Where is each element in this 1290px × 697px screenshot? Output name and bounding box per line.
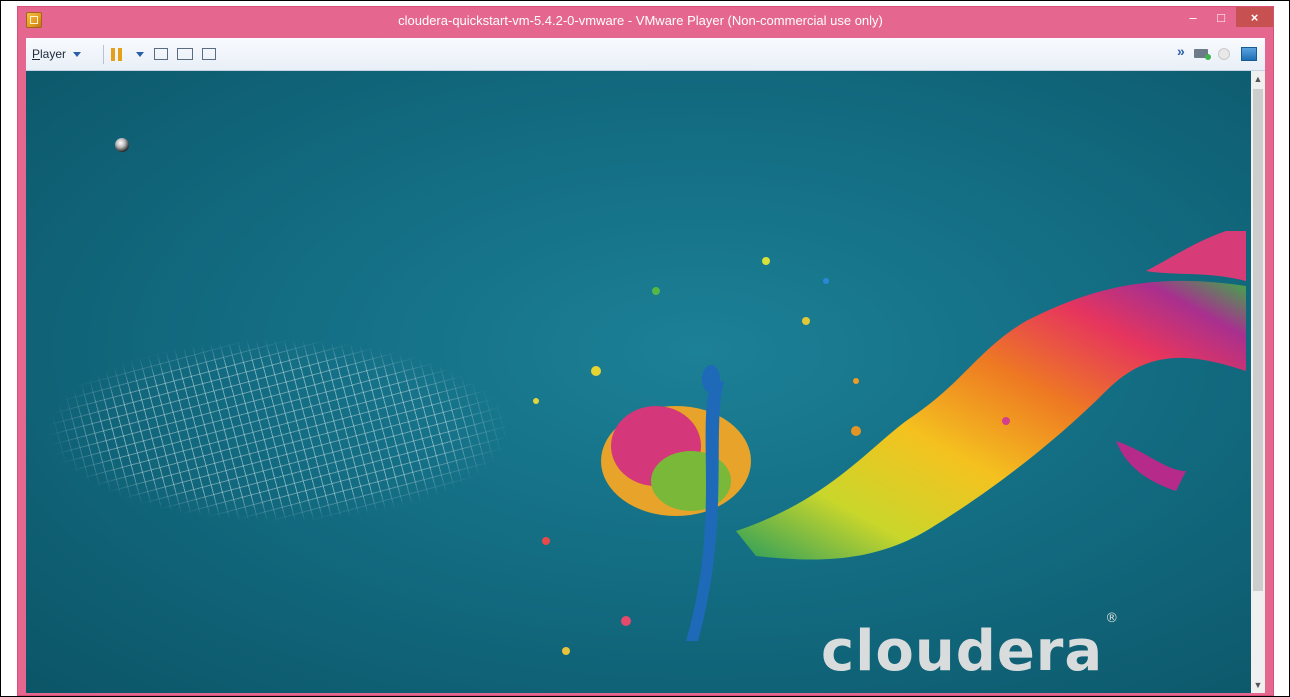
toolbar-divider — [103, 45, 104, 64]
maximize-button[interactable]: □ — [1208, 7, 1234, 27]
power-options-dropdown[interactable] — [136, 38, 144, 70]
chevron-right-icon: » — [1177, 43, 1185, 59]
scroll-thumb[interactable] — [1253, 89, 1263, 591]
vertical-scrollbar[interactable]: ▲ ▼ — [1251, 71, 1265, 693]
guest-desktop[interactable]: cloudera® — [26, 71, 1251, 693]
pause-icon-bar — [118, 47, 122, 61]
vmware-player-window: cloudera-quickstart-vm-5.4.2-0-vmware - … — [17, 6, 1274, 696]
unity-button[interactable] — [202, 38, 216, 70]
chevron-down-icon — [136, 51, 144, 57]
wireframe-mesh-graphic — [26, 271, 586, 561]
hard-disk-icon[interactable] — [1194, 49, 1211, 60]
registered-mark: ® — [1105, 611, 1120, 627]
player-menu-label: layer — [40, 47, 67, 61]
close-button[interactable]: × — [1236, 7, 1273, 27]
send-ctrl-alt-del-button[interactable] — [154, 38, 168, 70]
scroll-down-icon[interactable]: ▼ — [1251, 677, 1265, 693]
more-devices-button[interactable]: » — [1177, 43, 1185, 59]
chevron-down-icon — [73, 51, 82, 57]
pause-button[interactable] — [111, 38, 133, 70]
paint-splash-graphic — [533, 231, 1246, 655]
pause-icon — [111, 47, 115, 61]
scroll-up-icon[interactable]: ▲ — [1251, 71, 1265, 87]
cd-dvd-icon[interactable] — [1218, 48, 1230, 60]
network-adapter-icon[interactable] — [1241, 47, 1257, 61]
cloudera-logo-text: cloudera — [821, 619, 1104, 684]
fit-guest-button[interactable] — [177, 38, 193, 70]
window-title: cloudera-quickstart-vm-5.4.2-0-vmware - … — [398, 13, 883, 28]
send-ctrl-alt-del-icon — [154, 48, 168, 60]
unity-icon — [202, 48, 216, 60]
fit-guest-icon — [177, 48, 193, 60]
title-bar[interactable]: cloudera-quickstart-vm-5.4.2-0-vmware - … — [18, 7, 1273, 37]
player-menu-button[interactable]: Player — [32, 38, 82, 70]
player-toolbar: Player » — [26, 38, 1265, 71]
player-menu-mnemonic: P — [32, 47, 41, 61]
minimize-button[interactable]: – — [1180, 7, 1206, 27]
cloudera-logo: cloudera® — [821, 611, 1119, 684]
mouse-cursor-icon — [115, 138, 129, 152]
